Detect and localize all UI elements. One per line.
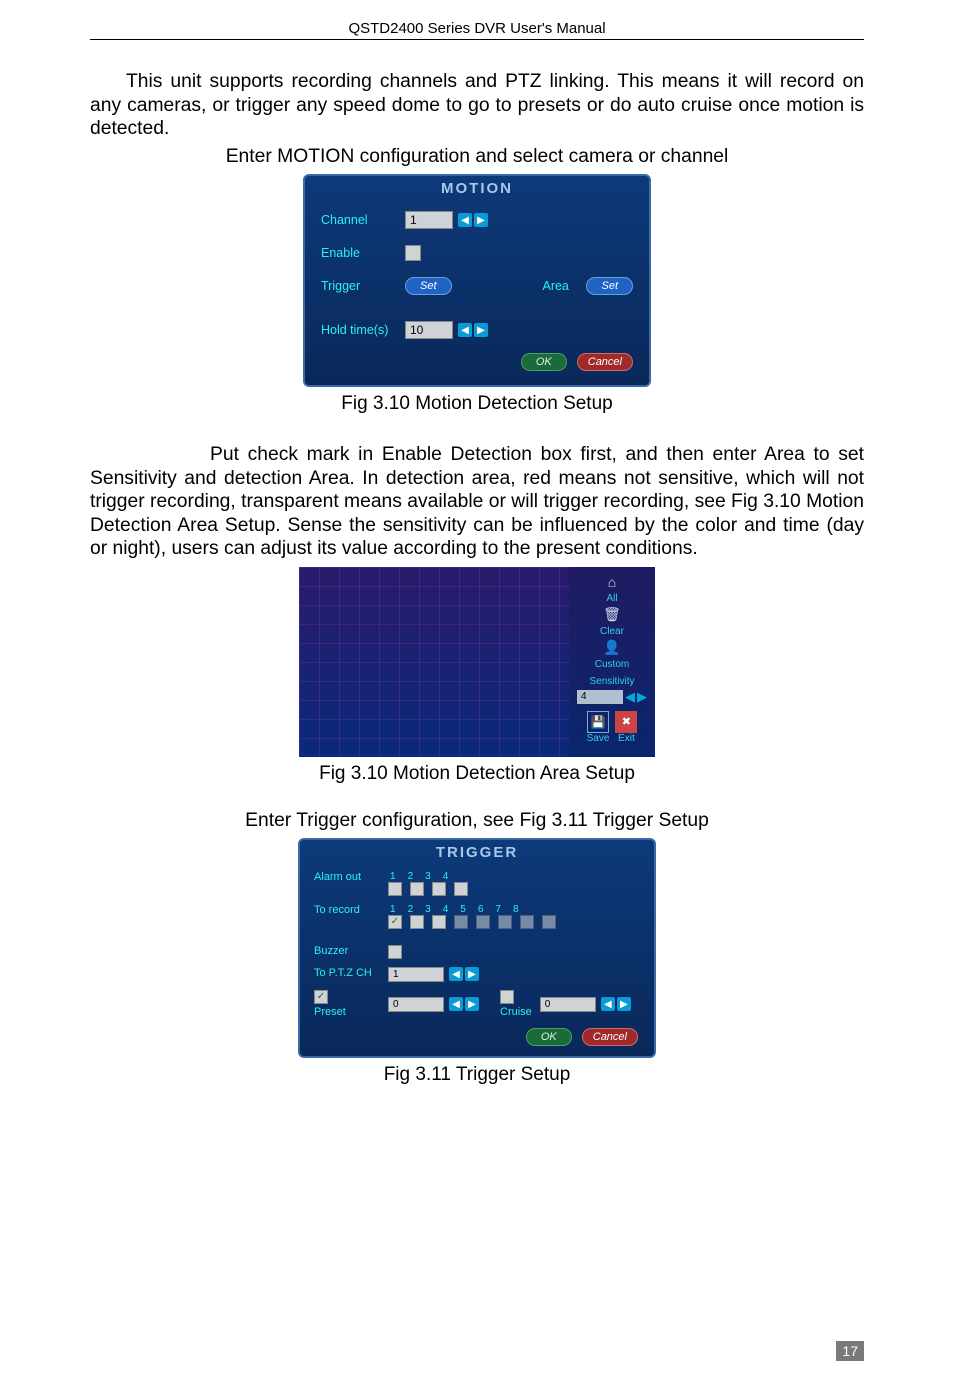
exit-label: Exit [618,733,635,744]
caption-motion: Fig 3.10 Motion Detection Setup [90,393,864,415]
record-ch4[interactable] [454,915,468,929]
clear-icon[interactable]: 🗑 [601,606,623,624]
ptz-next-icon[interactable]: ▶ [465,967,479,981]
save-label: Save [587,733,610,744]
preset-checkbox[interactable] [314,990,328,1004]
motion-intro: Enter MOTION configuration and select ca… [90,145,864,169]
clear-label: Clear [600,626,624,637]
rec-num-4: 4 [443,904,449,915]
save-icon[interactable]: 💾 [587,711,609,733]
area-side-panel: ⌂ All 🗑 Clear 👤 Custom Sensitivity 4 ◀ ▶… [569,567,655,757]
trigger-ok-button[interactable]: OK [526,1028,572,1046]
sens-next-icon[interactable]: ▶ [637,689,647,705]
alarmout-ch4[interactable] [454,882,468,896]
preset-label: Preset [314,1006,388,1018]
ptz-input[interactable]: 1 [388,967,444,982]
exit-icon[interactable]: ✖ [615,711,637,733]
trigger-intro: Enter Trigger configuration, see Fig 3.1… [90,809,864,833]
channel-input[interactable]: 1 [405,211,453,229]
area-set-button[interactable]: Set [586,277,633,295]
trigger-label: Trigger [321,279,405,293]
enable-label: Enable [321,246,405,260]
alarmout-label: Alarm out [314,871,388,883]
channel-label: Channel [321,213,405,227]
header-title: QSTD2400 Series DVR User's Manual [348,20,605,37]
rec-num-3: 3 [425,904,431,915]
alarm-num-2: 2 [408,871,414,882]
alarm-num-1: 1 [390,871,396,882]
rec-num-2: 2 [408,904,414,915]
preset-next-icon[interactable]: ▶ [465,997,479,1011]
sensitivity-label: Sensitivity [589,676,634,687]
trigger-dialog: TRIGGER Alarm out 1 2 3 4 To record 1 2 [298,838,656,1058]
preset-prev-icon[interactable]: ◀ [449,997,463,1011]
custom-label: Custom [595,659,629,670]
trigger-cancel-button[interactable]: Cancel [582,1028,638,1046]
enable-checkbox[interactable] [405,245,421,261]
preset-input[interactable]: 0 [388,997,444,1012]
record-ch7[interactable] [520,915,534,929]
buzzer-checkbox[interactable] [388,945,402,959]
channel-prev-icon[interactable]: ◀ [458,213,472,227]
alarmout-ch2[interactable] [410,882,424,896]
record-ch8[interactable] [542,915,556,929]
paragraph-2: Put check mark in Enable Detection box f… [90,443,864,561]
trigger-dialog-title: TRIGGER [300,840,654,867]
rec-num-8: 8 [513,904,519,915]
torecord-label: To record [314,904,388,916]
holdtime-next-icon[interactable]: ▶ [474,323,488,337]
record-ch1[interactable] [388,915,402,929]
buzzer-label: Buzzer [314,945,388,957]
cruise-next-icon[interactable]: ▶ [617,997,631,1011]
record-ch5[interactable] [476,915,490,929]
record-ch6[interactable] [498,915,512,929]
channel-next-icon[interactable]: ▶ [474,213,488,227]
page-number: 17 [836,1341,864,1361]
cruise-prev-icon[interactable]: ◀ [601,997,615,1011]
ptz-prev-icon[interactable]: ◀ [449,967,463,981]
alarm-num-4: 4 [443,871,449,882]
alarm-num-3: 3 [425,871,431,882]
motion-cancel-button[interactable]: Cancel [577,353,633,371]
alarmout-ch1[interactable] [388,882,402,896]
record-ch3[interactable] [432,915,446,929]
cruise-checkbox[interactable] [500,990,514,1004]
holdtime-prev-icon[interactable]: ◀ [458,323,472,337]
page-header: QSTD2400 Series DVR User's Manual [90,20,864,40]
rec-num-7: 7 [495,904,501,915]
all-icon[interactable]: ⌂ [601,573,623,591]
cruise-input[interactable]: 0 [540,997,596,1012]
paragraph-1: This unit supports recording channels an… [90,70,864,141]
record-ch2[interactable] [410,915,424,929]
alarmout-ch3[interactable] [432,882,446,896]
rec-num-1: 1 [390,904,396,915]
custom-icon[interactable]: 👤 [601,639,623,657]
motion-dialog: MOTION Channel 1 ◀ ▶ Enable Trigger Set … [303,174,651,387]
motion-dialog-title: MOTION [305,176,649,203]
motion-ok-button[interactable]: OK [521,353,567,371]
rec-num-5: 5 [460,904,466,915]
sens-prev-icon[interactable]: ◀ [625,689,635,705]
holdtime-label: Hold time(s) [321,323,405,337]
trigger-set-button[interactable]: Set [405,277,452,295]
area-label: Area [542,279,586,293]
area-setup-figure: ⌂ All 🗑 Clear 👤 Custom Sensitivity 4 ◀ ▶… [299,567,655,757]
caption-trigger: Fig 3.11 Trigger Setup [90,1064,864,1086]
cruise-label: Cruise [500,1006,532,1018]
detection-grid[interactable] [299,567,569,757]
rec-num-6: 6 [478,904,484,915]
caption-area: Fig 3.10 Motion Detection Area Setup [90,763,864,785]
sensitivity-value[interactable]: 4 [577,690,623,704]
ptz-label: To P.T.Z CH [314,967,388,979]
all-label: All [606,593,617,604]
holdtime-input[interactable]: 10 [405,321,453,339]
